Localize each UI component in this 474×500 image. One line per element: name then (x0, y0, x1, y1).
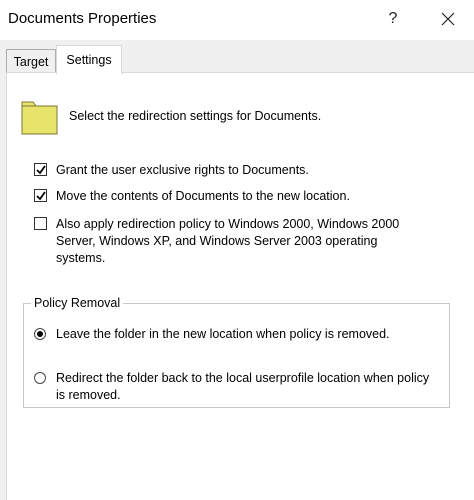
checkmark-icon (36, 165, 46, 175)
tab-settings-label: Settings (66, 53, 112, 67)
option-redirect-back[interactable]: Redirect the folder back to the local us… (34, 370, 441, 404)
radio-selected-dot (37, 331, 43, 337)
leave-folder-label: Leave the folder in the new location whe… (56, 327, 390, 341)
checkmark-icon (36, 191, 46, 201)
option-exclusive-rights[interactable]: Grant the user exclusive rights to Docum… (34, 162, 426, 179)
tab-target-label: Target (13, 54, 49, 69)
tab-strip: Target Settings (0, 40, 474, 74)
redirect-back-radio[interactable] (34, 372, 46, 384)
help-button[interactable]: ? (376, 4, 410, 34)
move-contents-label: Move the contents of Documents to the ne… (56, 189, 350, 203)
help-icon: ? (388, 10, 398, 27)
redirect-back-label: Redirect the folder back to the local us… (56, 371, 430, 402)
legacy-policy-checkbox[interactable] (34, 217, 47, 230)
title-bar: Documents Properties ? (0, 0, 474, 40)
option-legacy-policy[interactable]: Also apply redirection policy to Windows… (34, 216, 426, 267)
option-leave-folder[interactable]: Leave the folder in the new location whe… (34, 326, 441, 343)
legacy-policy-label: Also apply redirection policy to Windows… (56, 217, 400, 265)
move-contents-checkbox[interactable] (34, 189, 47, 202)
close-button[interactable] (428, 4, 468, 34)
window-title: Documents Properties (8, 10, 157, 27)
tab-target[interactable]: Target (6, 49, 56, 73)
folder-icon (21, 101, 58, 135)
exclusive-rights-checkbox[interactable] (34, 163, 47, 176)
settings-panel (6, 72, 474, 500)
intro-text: Select the redirection settings for Docu… (69, 109, 322, 123)
close-icon (441, 12, 455, 26)
option-move-contents[interactable]: Move the contents of Documents to the ne… (34, 188, 426, 205)
tab-settings[interactable]: Settings (56, 45, 122, 74)
exclusive-rights-label: Grant the user exclusive rights to Docum… (56, 163, 309, 177)
policy-removal-legend: Policy Removal (31, 296, 124, 310)
leave-folder-radio[interactable] (34, 328, 46, 340)
